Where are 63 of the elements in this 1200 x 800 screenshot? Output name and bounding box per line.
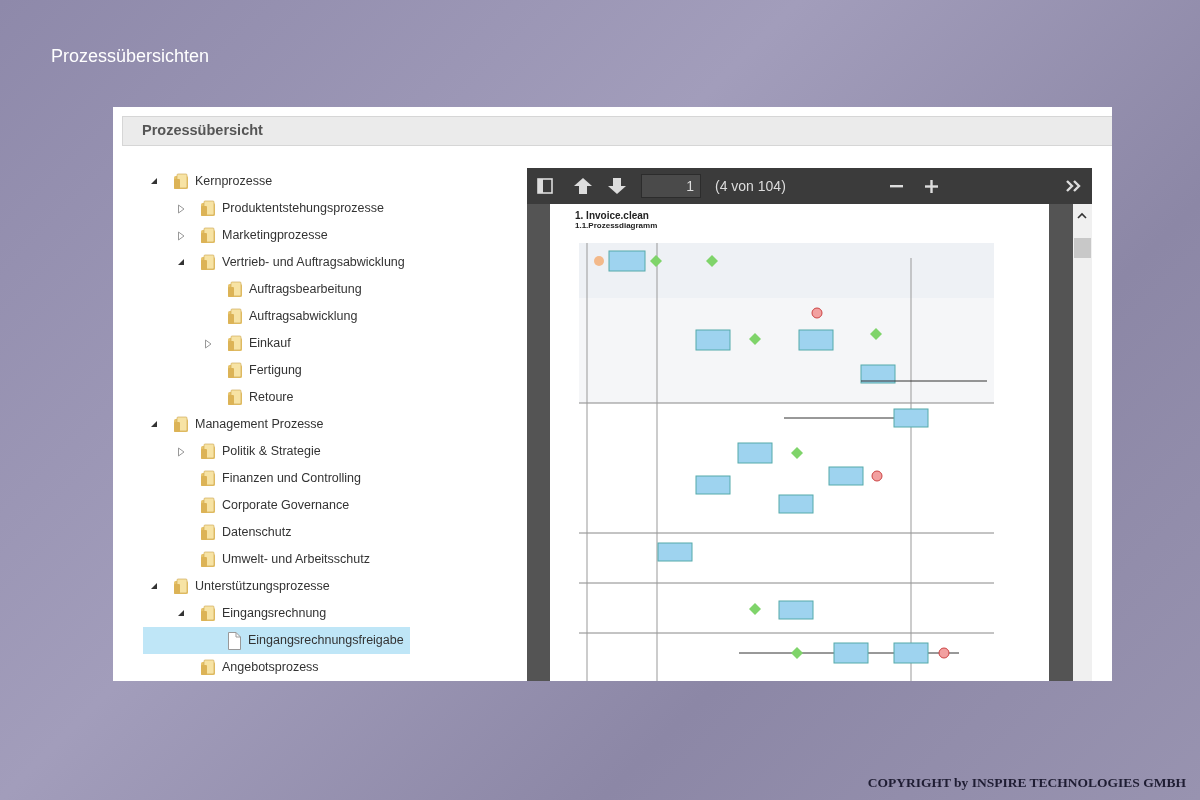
document-subheading: 1.1.Prozessdiagramm xyxy=(575,221,659,231)
folder-icon xyxy=(173,578,189,595)
tree-item[interactable]: Auftragsbearbeitung xyxy=(143,276,527,303)
folder-icon xyxy=(200,524,216,541)
sidebar-toggle-icon[interactable] xyxy=(537,178,553,194)
tree-item[interactable]: Umwelt- und Arbeitsschutz xyxy=(143,546,527,573)
tree-item[interactable]: Politik & Strategie xyxy=(143,438,527,465)
collapsed-triangle-icon[interactable] xyxy=(204,338,212,349)
zoom-out-icon[interactable] xyxy=(890,184,903,188)
folder-icon xyxy=(173,416,189,433)
slide-title: Prozessübersichten xyxy=(51,45,210,68)
folder-icon xyxy=(227,335,243,352)
expanded-triangle-icon[interactable] xyxy=(150,176,158,185)
tree-item[interactable]: Finanzen und Controlling xyxy=(143,465,527,492)
page-number-field[interactable]: 1 xyxy=(641,174,701,198)
panel-header: Prozessübersicht xyxy=(122,116,1112,146)
expanded-triangle-icon[interactable] xyxy=(177,608,185,617)
tree-item[interactable]: Marketingprozesse xyxy=(143,222,527,249)
tree-item[interactable]: Produktentstehungsprozesse xyxy=(143,195,527,222)
tree-item[interactable]: Datenschutz xyxy=(143,519,527,546)
folder-icon xyxy=(200,200,216,217)
tree-item[interactable]: Auftragsabwicklung xyxy=(143,303,527,330)
tree-item[interactable]: Retoure xyxy=(143,384,527,411)
folder-icon xyxy=(200,443,216,460)
page-count: (4 von 104) xyxy=(715,176,786,196)
tree-item[interactable]: Kernprozesse xyxy=(143,168,527,195)
folder-icon xyxy=(200,470,216,487)
copyright-text: COPYRIGHT by INSPIRE TECHNOLOGIES GMBH xyxy=(867,774,1186,792)
tree-item[interactable]: Angebotsprozess xyxy=(143,654,527,681)
tree-item[interactable]: Einkauf xyxy=(143,330,527,357)
expanded-triangle-icon[interactable] xyxy=(150,581,158,590)
folder-icon xyxy=(227,281,243,298)
folder-icon xyxy=(200,551,216,568)
folder-icon xyxy=(200,227,216,244)
tree-item[interactable]: Eingangsrechnungsfreigabe xyxy=(143,627,410,654)
folder-icon xyxy=(200,254,216,271)
scroll-up-icon[interactable] xyxy=(1077,212,1087,219)
document-icon xyxy=(227,631,242,650)
arrow-down-icon[interactable] xyxy=(607,177,627,195)
folder-icon xyxy=(227,308,243,325)
expanded-triangle-icon[interactable] xyxy=(150,419,158,428)
tree-item[interactable]: Eingangsrechnung xyxy=(143,600,527,627)
folder-icon xyxy=(200,497,216,514)
tree-item[interactable]: Corporate Governance xyxy=(143,492,527,519)
tree-item[interactable]: Management Prozesse xyxy=(143,411,527,438)
folder-icon xyxy=(173,173,189,190)
collapsed-triangle-icon[interactable] xyxy=(177,203,185,214)
tree-item[interactable]: Fertigung xyxy=(143,357,527,384)
folder-icon xyxy=(200,659,216,676)
folder-icon xyxy=(227,362,243,379)
folder-icon xyxy=(200,605,216,622)
folder-icon xyxy=(227,389,243,406)
tree-item[interactable]: Vertrieb- und Auftragsabwicklung xyxy=(143,249,527,276)
document-heading: 1. Invoice.clean xyxy=(575,210,650,221)
tree-item[interactable]: Unterstützungsprozesse xyxy=(143,573,527,600)
scrollbar[interactable] xyxy=(1073,204,1092,681)
collapsed-triangle-icon[interactable] xyxy=(177,446,185,457)
zoom-in-icon[interactable] xyxy=(925,179,938,193)
scroll-thumb[interactable] xyxy=(1074,238,1091,258)
expanded-triangle-icon[interactable] xyxy=(177,257,185,266)
double-chevron-icon[interactable] xyxy=(1066,180,1082,192)
arrow-up-icon[interactable] xyxy=(573,177,593,195)
collapsed-triangle-icon[interactable] xyxy=(177,230,185,241)
